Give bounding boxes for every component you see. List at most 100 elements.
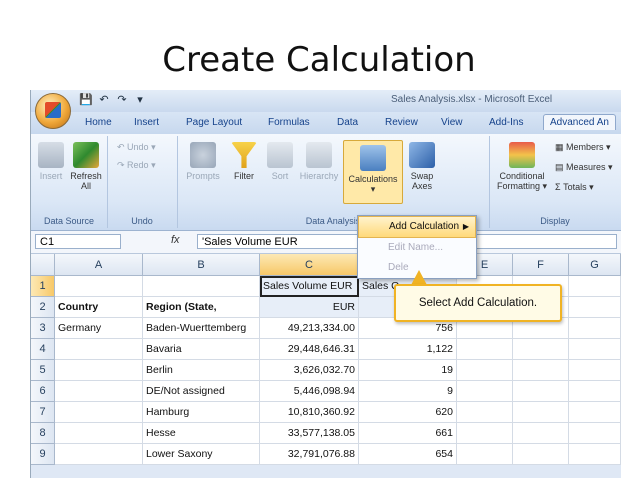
row-header[interactable]: 7 [31,402,55,423]
cell-c-8[interactable]: 33,577,138.05 [260,423,359,444]
tab-add-ins[interactable]: Add-Ins [489,117,523,128]
cell-b-7[interactable]: Hamburg [143,402,260,423]
customize-qat-icon[interactable]: ▾ [133,93,147,107]
tab-view[interactable]: View [441,117,463,128]
cell-b-9[interactable]: Lower Saxony [143,444,260,465]
cell-d-6[interactable]: 9 [359,381,457,402]
cell-a-4[interactable] [55,339,143,360]
undo-icon[interactable]: ↶ [97,93,111,107]
cell-e-6[interactable] [457,381,513,402]
cell-g-6[interactable] [569,381,621,402]
calculations-button[interactable]: Calculations ▾ [343,140,403,204]
tab-formulas[interactable]: Formulas [268,117,310,128]
cell-d-8[interactable]: 661 [359,423,457,444]
cell-a-1[interactable] [55,276,143,297]
cell-b-6[interactable]: DE/Not assigned [143,381,260,402]
row-header[interactable]: 6 [31,381,55,402]
cell-b-3[interactable]: Baden-Wuerttemberg [143,318,260,339]
column-header-c[interactable]: C [260,254,359,276]
sort-button[interactable]: Sort [265,142,295,181]
cell-f-9[interactable] [513,444,569,465]
hierarchy-button[interactable]: Hierarchy [297,142,341,181]
totals-button[interactable]: Σ Totals ▾ [555,182,619,192]
cell-f-8[interactable] [513,423,569,444]
tab-advanced-analysis[interactable]: Advanced An [543,114,616,130]
cell-e-8[interactable] [457,423,513,444]
filter-button[interactable]: Filter [227,142,261,181]
cell-a-2[interactable]: Country [55,297,143,318]
cell-g-8[interactable] [569,423,621,444]
cell-b-1[interactable] [143,276,260,297]
cell-b-5[interactable]: Berlin [143,360,260,381]
cell-f-5[interactable] [513,360,569,381]
menu-item-edit-name[interactable]: Edit Name... [358,238,476,258]
tab-home[interactable]: Home [85,117,112,128]
row-header[interactable]: 9 [31,444,55,465]
cell-c-3[interactable]: 49,213,334.00 [260,318,359,339]
cell-a-5[interactable] [55,360,143,381]
undo-button[interactable]: ↶ Undo ▾ [117,142,171,152]
cell-g-1[interactable] [569,276,621,297]
tab-insert[interactable]: Insert [134,117,159,128]
cell-f-6[interactable] [513,381,569,402]
name-box[interactable]: C1 [35,234,121,249]
cell-d-9[interactable]: 654 [359,444,457,465]
cell-d-5[interactable]: 19 [359,360,457,381]
cell-e-5[interactable] [457,360,513,381]
cell-c-1[interactable]: Sales Volume EUR [260,276,359,297]
cell-c-5[interactable]: 3,626,032.70 [260,360,359,381]
row-header[interactable]: 1 [31,276,55,297]
cell-g-9[interactable] [569,444,621,465]
tab-review[interactable]: Review [385,117,418,128]
conditional-formatting-button[interactable]: Conditional Formatting ▾ [493,142,551,191]
cell-a-8[interactable] [55,423,143,444]
cell-c-2[interactable]: EUR [260,297,359,318]
tab-data[interactable]: Data [337,117,358,128]
cell-a-6[interactable] [55,381,143,402]
tab-page-layout[interactable]: Page Layout [186,117,242,128]
members-button[interactable]: ▦ Members ▾ [555,142,619,152]
cell-e-7[interactable] [457,402,513,423]
cell-g-2[interactable] [569,297,621,318]
cell-a-9[interactable] [55,444,143,465]
insert-button[interactable]: Insert [37,142,65,181]
cell-c-4[interactable]: 29,448,646.31 [260,339,359,360]
measures-button[interactable]: ▤ Measures ▾ [555,162,619,172]
cell-c-6[interactable]: 5,446,098.94 [260,381,359,402]
cell-g-7[interactable] [569,402,621,423]
column-header-f[interactable]: F [513,254,569,276]
prompts-button[interactable]: Prompts [183,142,223,181]
row-header[interactable]: 8 [31,423,55,444]
cell-g-4[interactable] [569,339,621,360]
menu-item-add-calculation[interactable]: Add Calculation ▶ [358,216,476,238]
cell-e-9[interactable] [457,444,513,465]
redo-icon[interactable]: ↷ [115,93,129,107]
cell-f-7[interactable] [513,402,569,423]
row-header[interactable]: 2 [31,297,55,318]
redo-button[interactable]: ↷ Redo ▾ [117,160,171,170]
column-header-g[interactable]: G [569,254,621,276]
cell-d-7[interactable]: 620 [359,402,457,423]
save-icon[interactable]: 💾 [79,93,93,107]
select-all-corner[interactable] [31,254,55,276]
function-icon[interactable]: fx [171,234,180,246]
cell-g-5[interactable] [569,360,621,381]
swap-axes-button[interactable]: Swap Axes [405,142,439,191]
cell-d-4[interactable]: 1,122 [359,339,457,360]
column-header-b[interactable]: B [143,254,260,276]
cell-e-4[interactable] [457,339,513,360]
row-header[interactable]: 4 [31,339,55,360]
cell-b-8[interactable]: Hesse [143,423,260,444]
cell-b-2[interactable]: Region (State, [143,297,260,318]
cell-a-7[interactable] [55,402,143,423]
office-button[interactable] [35,93,71,129]
row-header[interactable]: 3 [31,318,55,339]
column-header-a[interactable]: A [55,254,143,276]
cell-c-7[interactable]: 10,810,360.92 [260,402,359,423]
refresh-all-button[interactable]: Refresh All [69,142,103,191]
cell-c-9[interactable]: 32,791,076.88 [260,444,359,465]
cell-g-3[interactable] [569,318,621,339]
cell-b-4[interactable]: Bavaria [143,339,260,360]
cell-f-4[interactable] [513,339,569,360]
cell-a-3[interactable]: Germany [55,318,143,339]
